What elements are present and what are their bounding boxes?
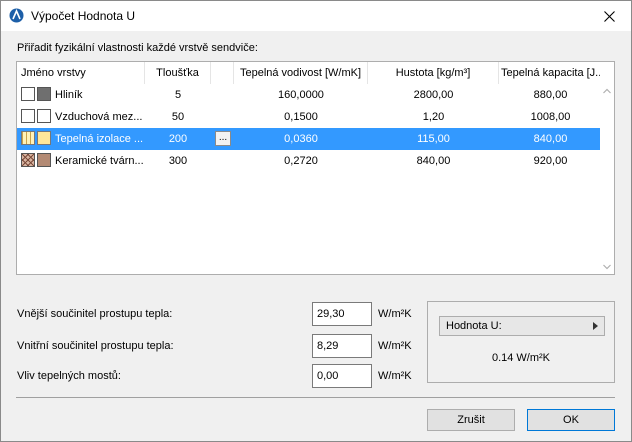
layer-capacity[interactable]: 1008,00	[499, 106, 602, 128]
table-header: Jméno vrstvy Tloušťka Tepelná vodivost […	[17, 62, 602, 84]
thermal-bridges-unit: W/m²K	[378, 370, 412, 382]
table-row[interactable]: Hliník 5 160,0000 2800,00 880,00	[17, 84, 602, 106]
inner-coefficient-label: Vnitřní součinitel prostupu tepla:	[17, 340, 174, 352]
column-header-density[interactable]: Hustota [kg/m³]	[368, 62, 499, 84]
inner-coefficient-input[interactable]: 8,29	[312, 334, 372, 358]
thermal-bridges-input[interactable]: 0,00	[312, 364, 372, 388]
fill-swatch	[21, 131, 35, 145]
layer-name: Keramické tvárn...	[55, 155, 143, 167]
layer-conductivity[interactable]: 160,0000	[234, 84, 368, 106]
column-header-capacity[interactable]: Tepelná kapacita [J...	[499, 62, 602, 84]
layer-thickness[interactable]: 50	[145, 106, 211, 128]
title-bar: Výpočet Hodnota U	[1, 1, 631, 31]
outer-coefficient-unit: W/m²K	[378, 308, 412, 320]
fill-swatch	[21, 153, 35, 167]
outer-coefficient-input[interactable]: 29,30	[312, 302, 372, 326]
layer-density[interactable]: 1,20	[368, 106, 499, 128]
vertical-scrollbar[interactable]	[600, 62, 614, 274]
outer-coefficient-label: Vnější součinitel prostupu tepla:	[17, 308, 173, 320]
fill-swatch	[21, 109, 35, 123]
inner-coefficient-unit: W/m²K	[378, 340, 412, 352]
layer-name: Tepelná izolace ...	[55, 133, 143, 145]
layer-thickness[interactable]: 300	[145, 150, 211, 172]
scroll-up-icon[interactable]	[603, 88, 611, 94]
u-value-dropdown[interactable]: Hodnota U:	[439, 316, 605, 336]
chevron-right-icon	[593, 322, 598, 330]
column-header-thickness[interactable]: Tloušťka	[145, 62, 211, 84]
layer-conductivity[interactable]: 0,0360	[234, 128, 368, 150]
column-header-name[interactable]: Jméno vrstvy	[17, 62, 145, 84]
layer-density[interactable]: 2800,00	[368, 84, 499, 106]
dialog-window: Výpočet Hodnota U Přiřadit fyzikální vla…	[0, 0, 632, 442]
layer-capacity[interactable]: 880,00	[499, 84, 602, 106]
material-swatch	[37, 109, 51, 123]
table-row-selected[interactable]: Tepelná izolace ... 200 ... 0,0360 115,0…	[17, 128, 602, 150]
layer-capacity[interactable]: 840,00	[499, 128, 602, 150]
thermal-bridges-label: Vliv tepelných mostů:	[17, 370, 121, 382]
layer-thickness[interactable]: 200	[145, 128, 211, 150]
u-value-dropdown-label: Hodnota U:	[446, 320, 502, 332]
layer-name: Vzduchová mez...	[55, 111, 143, 123]
layer-density[interactable]: 840,00	[368, 150, 499, 172]
window-title: Výpočet Hodnota U	[31, 9, 136, 23]
scroll-down-icon[interactable]	[603, 264, 611, 270]
cancel-button[interactable]: Zrušit	[427, 409, 515, 431]
layer-density[interactable]: 115,00	[368, 128, 499, 150]
table-row[interactable]: Keramické tvárn... 300 0,2720 840,00 920…	[17, 150, 602, 172]
table-row[interactable]: Vzduchová mez... 50 0,1500 1,20 1008,00	[17, 106, 602, 128]
instruction-text: Přiřadit fyzikální vlastnosti každé vrst…	[17, 42, 258, 54]
column-header-conductivity[interactable]: Tepelná vodivost [W/mK]	[234, 62, 368, 84]
layer-conductivity[interactable]: 0,1500	[234, 106, 368, 128]
layer-thickness[interactable]: 5	[145, 84, 211, 106]
browse-button[interactable]: ...	[215, 131, 231, 146]
layer-conductivity[interactable]: 0,2720	[234, 150, 368, 172]
layer-name: Hliník	[55, 89, 83, 101]
layers-table: Jméno vrstvy Tloušťka Tepelná vodivost […	[16, 61, 615, 275]
fill-swatch	[21, 87, 35, 101]
ok-button[interactable]: OK	[527, 409, 615, 431]
close-icon	[603, 10, 615, 22]
u-value-result: 0.14 W/m²K	[491, 352, 551, 364]
material-swatch	[37, 87, 51, 101]
material-swatch	[37, 131, 51, 145]
app-logo-icon	[9, 8, 24, 23]
u-value-panel: Hodnota U: 0.14 W/m²K	[427, 301, 615, 383]
column-header-blank	[211, 62, 234, 84]
footer-divider	[16, 397, 615, 398]
layer-capacity[interactable]: 920,00	[499, 150, 602, 172]
close-button[interactable]	[587, 1, 631, 31]
material-swatch	[37, 153, 51, 167]
